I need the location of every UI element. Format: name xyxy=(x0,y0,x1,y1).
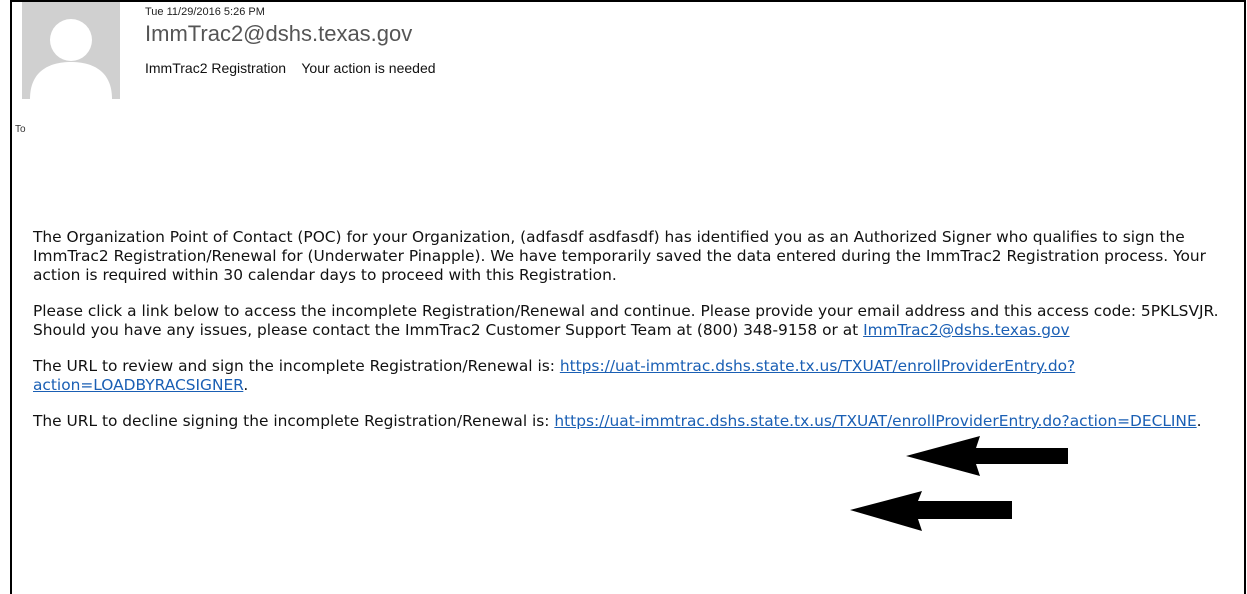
sender-address[interactable]: ImmTrac2@dshs.texas.gov xyxy=(145,21,412,47)
body-paragraph-poc: The Organization Point of Contact (POC) … xyxy=(33,228,1206,284)
to-label: To xyxy=(15,124,26,135)
body-paragraph-decline-url: The URL to decline signing the incomplet… xyxy=(33,412,1228,431)
left-arrow-icon xyxy=(850,491,1012,531)
decline-url-period: . xyxy=(1196,412,1202,430)
body-paragraph-sign-url: The URL to review and sign the incomplet… xyxy=(33,357,1228,395)
left-arrow-icon xyxy=(906,436,1068,476)
person-placeholder-icon xyxy=(30,19,112,99)
email-subject: ImmTrac2 Registration Your action is nee… xyxy=(145,60,436,76)
sender-avatar xyxy=(22,2,120,99)
email-date: Tue 11/29/2016 5:26 PM xyxy=(145,6,265,18)
body-paragraph-access: Please click a link below to access the … xyxy=(33,302,1228,340)
decline-url-text: The URL to decline signing the incomplet… xyxy=(33,412,555,430)
sign-url-period: . xyxy=(243,376,249,394)
email-body: The Organization Point of Contact (POC) … xyxy=(33,228,1228,448)
support-email-link[interactable]: ImmTrac2@dshs.texas.gov xyxy=(863,321,1070,339)
sign-url-text: The URL to review and sign the incomplet… xyxy=(33,357,560,375)
decline-url-link[interactable]: https://uat-immtrac.dshs.state.tx.us/TXU… xyxy=(554,412,1196,430)
